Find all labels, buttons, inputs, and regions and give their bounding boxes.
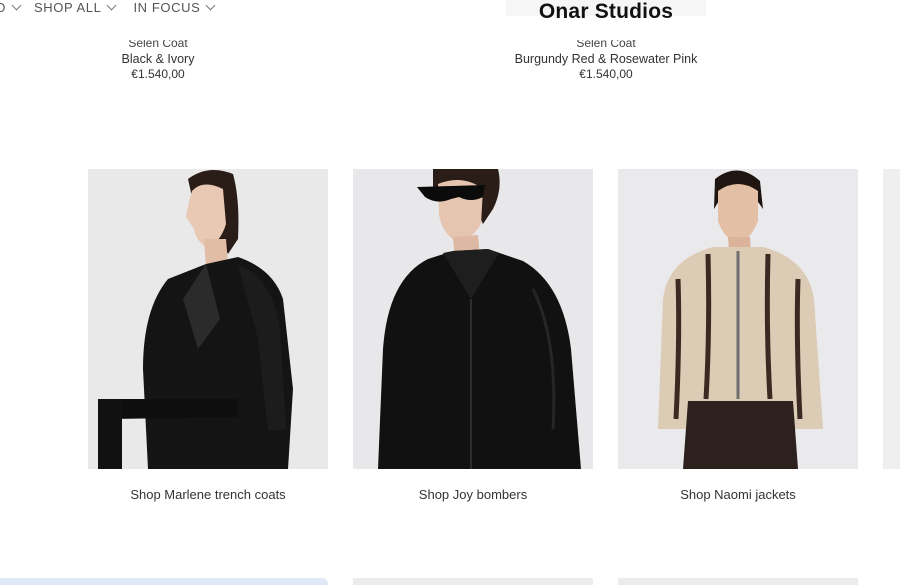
collection-card-image[interactable] [618, 169, 858, 469]
collection-link-bomber[interactable]: Shop Joy bombers [353, 487, 593, 502]
product-name: Selen Coat [128, 40, 188, 50]
collection-link-trench[interactable]: Shop Marlene trench coats [88, 487, 328, 502]
collection-link-naomi[interactable]: Shop Naomi jackets [618, 487, 858, 502]
product-color: Burgundy Red & Rosewater Pink [514, 52, 698, 66]
next-row-card[interactable] [618, 578, 858, 585]
product-info[interactable]: Selen Coat Burgundy Red & Rosewater Pink… [486, 40, 726, 81]
next-row-card[interactable] [353, 578, 593, 585]
top-navigation: D SHOP ALL IN FOCUS [0, 0, 265, 17]
collection-card-image[interactable] [353, 169, 593, 469]
next-row-card[interactable] [0, 578, 328, 585]
product-price: €1.540,00 [131, 67, 185, 81]
nav-item-in-focus[interactable]: IN FOCUS [133, 0, 216, 15]
chevron-down-icon [106, 0, 117, 10]
chevron-down-icon [11, 0, 22, 10]
product-price: €1.540,00 [579, 67, 633, 81]
collection-card-partial[interactable] [883, 169, 900, 469]
shearling-jacket-photo [618, 169, 858, 469]
trench-coat-photo [88, 169, 328, 469]
brand-logo[interactable]: Onar Studios [506, 0, 706, 24]
bomber-jacket-photo [353, 169, 593, 469]
chevron-down-icon [205, 0, 216, 10]
product-name: Selen Coat [576, 40, 636, 50]
collection-card-image[interactable] [88, 169, 328, 469]
product-color: Black & Ivory [121, 52, 195, 66]
nav-item-partial[interactable]: D [0, 0, 22, 15]
product-info[interactable]: Selen Coat Black & Ivory €1.540,00 [58, 40, 258, 81]
nav-item-shop-all[interactable]: SHOP ALL [34, 0, 117, 15]
